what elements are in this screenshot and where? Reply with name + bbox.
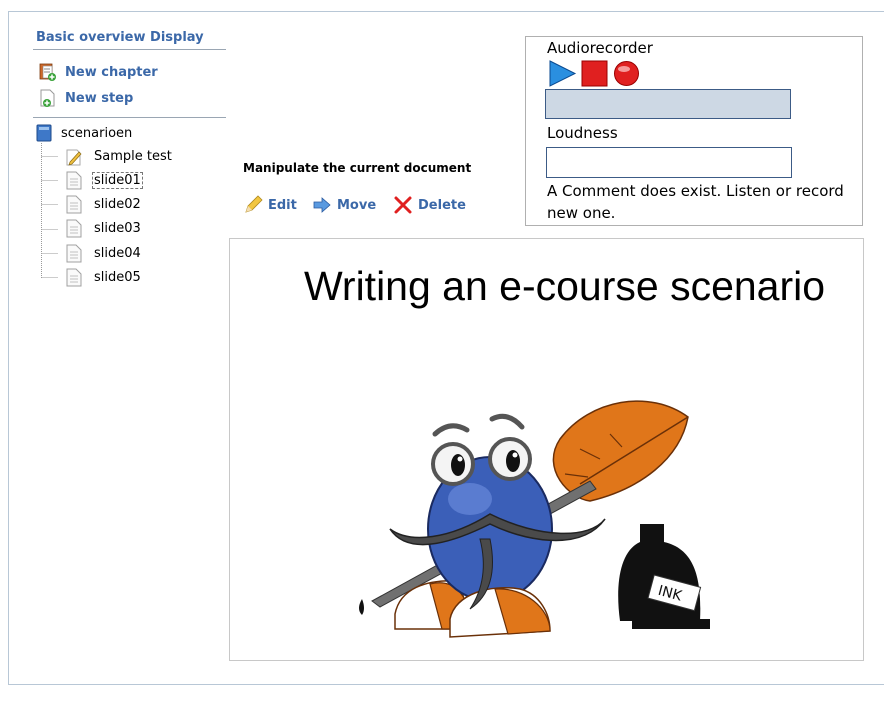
tree-connectors [41, 143, 58, 278]
test-pencil-icon [66, 149, 82, 166]
loudness-label: Loudness [547, 124, 618, 142]
pencil-icon [245, 195, 263, 213]
tree-item-label: Sample test [94, 148, 172, 164]
move-label: Move [337, 197, 377, 213]
slide-title: Writing an e-course scenario [303, 263, 826, 309]
tree-item-label: slide01 [92, 171, 143, 189]
writer-illustration: INK [359, 400, 710, 638]
comment-status: A Comment does exist. Listen or record n… [547, 182, 844, 222]
audio-recorder-panel: Audiorecorder Loudness A Comment does ex… [525, 36, 863, 226]
tree-item-sample-test[interactable]: Sample test [66, 146, 174, 166]
document-icon [66, 244, 82, 262]
tree-item-slide01[interactable]: slide01 [66, 170, 143, 190]
new-step-link[interactable]: New step [38, 88, 133, 108]
tree-root-label: scenarioen [61, 125, 133, 141]
loudness-field[interactable] [546, 147, 792, 178]
new-chapter-link[interactable]: New chapter [38, 62, 158, 82]
edit-button[interactable]: Edit [243, 194, 297, 216]
record-icon[interactable] [612, 60, 641, 87]
move-button[interactable]: Move [312, 194, 376, 216]
delete-button[interactable]: Delete [393, 194, 466, 216]
tree-item-slide02[interactable]: slide02 [66, 194, 143, 214]
document-icon [66, 219, 82, 237]
delete-label: Delete [418, 197, 466, 213]
arrow-right-icon [313, 197, 331, 213]
tree-item-label: slide05 [94, 269, 141, 285]
document-icon [66, 268, 82, 286]
audio-controls [548, 60, 641, 87]
edit-label: Edit [268, 197, 297, 213]
stop-icon[interactable] [580, 60, 609, 87]
sidebar-divider-2 [33, 117, 226, 118]
tree-item-slide04[interactable]: slide04 [66, 243, 143, 263]
audio-recorder-title: Audiorecorder [547, 39, 653, 57]
tree-item-slide03[interactable]: slide03 [66, 218, 143, 238]
tree-item-label: slide03 [94, 220, 141, 236]
new-chapter-icon [39, 63, 56, 81]
manipulate-title: Manipulate the current document [243, 161, 472, 175]
tree-item-slide05[interactable]: slide05 [66, 267, 143, 287]
tree-item-label: slide02 [94, 196, 141, 212]
red-x-icon [394, 196, 412, 214]
new-chapter-label: New chapter [65, 64, 158, 80]
new-step-label: New step [65, 90, 134, 106]
sidebar-title: Basic overview Display [36, 30, 204, 45]
new-step-icon [40, 89, 55, 107]
audio-level-bar [545, 89, 791, 119]
slide-preview: Writing an e-course scenario INK [229, 238, 864, 661]
play-icon[interactable] [548, 60, 577, 87]
sidebar-divider [33, 49, 226, 50]
tree-root-scenarioen[interactable]: scenarioen [35, 124, 132, 142]
document-icon [66, 171, 82, 189]
tree-item-label: slide04 [94, 245, 141, 261]
document-icon [66, 195, 82, 213]
book-icon [36, 124, 52, 142]
